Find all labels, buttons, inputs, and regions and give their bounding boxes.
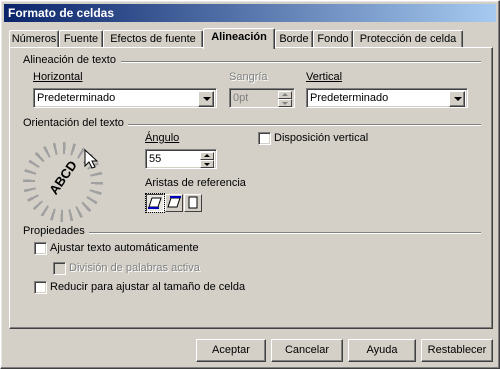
ok-button[interactable]: Aceptar: [196, 339, 266, 362]
horizontal-label: Horizontal: [33, 71, 83, 83]
vertical-stacking-checkbox[interactable]: [258, 132, 271, 145]
vertical-select[interactable]: Predeterminado: [306, 88, 468, 108]
section-title-properties: Propiedades: [23, 225, 89, 237]
section-separator: [123, 124, 481, 126]
angle-field[interactable]: 55: [145, 149, 217, 169]
chevron-down-icon[interactable]: [449, 91, 465, 107]
shrink-to-fit-label: Reducir para ajustar al tamaño de celda: [50, 281, 246, 293]
tab-fuente[interactable]: Fuente: [59, 30, 103, 48]
vertical-select-value: Predeterminado: [310, 92, 389, 104]
tab-efectos-de-fuente[interactable]: Efectos de fuente: [103, 30, 203, 48]
horizontal-select[interactable]: Predeterminado: [33, 88, 217, 108]
reference-edge-bottom-button[interactable]: [145, 193, 165, 213]
section-separator: [83, 232, 481, 234]
tab-fondo[interactable]: Fondo: [313, 30, 353, 48]
spin-up-icon[interactable]: [278, 91, 292, 99]
angle-spinner[interactable]: [200, 152, 214, 168]
indent-field[interactable]: 0pt: [229, 88, 295, 108]
indent-field-value: 0pt: [233, 92, 249, 104]
tab-proteccion-de-celda[interactable]: Protección de celda: [353, 30, 463, 48]
wrap-text-label: Ajustar texto automáticamente: [50, 242, 199, 254]
reset-button[interactable]: Restablecer: [421, 339, 493, 362]
indent-label: Sangría: [229, 71, 268, 83]
text-edge-inside-icon: [188, 196, 198, 209]
section-title-alignment: Alineación de texto: [23, 54, 120, 66]
orientation-dial[interactable]: ABCD: [23, 142, 103, 222]
text-edge-top-icon: [167, 196, 181, 208]
wrap-text-checkbox[interactable]: [34, 242, 47, 255]
title-bar[interactable]: Formato de celdas: [4, 4, 496, 22]
indent-spinner[interactable]: [278, 91, 292, 107]
shrink-to-fit-checkbox[interactable]: [34, 281, 47, 294]
cancel-button[interactable]: Cancelar: [271, 339, 343, 362]
section-separator: [121, 61, 481, 63]
hyphenation-checkbox[interactable]: [53, 262, 66, 275]
mouse-pointer-icon: [84, 148, 99, 169]
vertical-label: Vertical: [306, 71, 343, 83]
angle-label: Ángulo: [145, 132, 180, 144]
reference-edge-top-button[interactable]: [165, 194, 183, 212]
spin-up-icon[interactable]: [200, 152, 214, 160]
spin-down-icon[interactable]: [278, 99, 292, 107]
chevron-down-icon[interactable]: [198, 91, 214, 107]
text-edge-bottom-icon: [148, 197, 162, 209]
section-title-orientation: Orientación del texto: [23, 117, 128, 129]
angle-field-value: 55: [149, 153, 162, 165]
spin-down-icon[interactable]: [200, 160, 214, 168]
hyphenation-label: División de palabras activa: [69, 262, 200, 274]
format-cells-dialog: Formato de celdas Números Fuente Efectos…: [0, 0, 500, 369]
tab-alineacion[interactable]: Alineación: [203, 28, 275, 49]
horizontal-select-value: Predeterminado: [37, 92, 116, 104]
tab-borde[interactable]: Borde: [275, 30, 313, 48]
reference-edges-label: Aristas de referencia: [145, 177, 246, 189]
reference-edge-inside-button[interactable]: [184, 194, 202, 212]
vertical-stacking-label: Disposición vertical: [274, 132, 369, 144]
help-button[interactable]: Ayuda: [348, 339, 416, 362]
tab-numeros[interactable]: Números: [9, 30, 59, 48]
